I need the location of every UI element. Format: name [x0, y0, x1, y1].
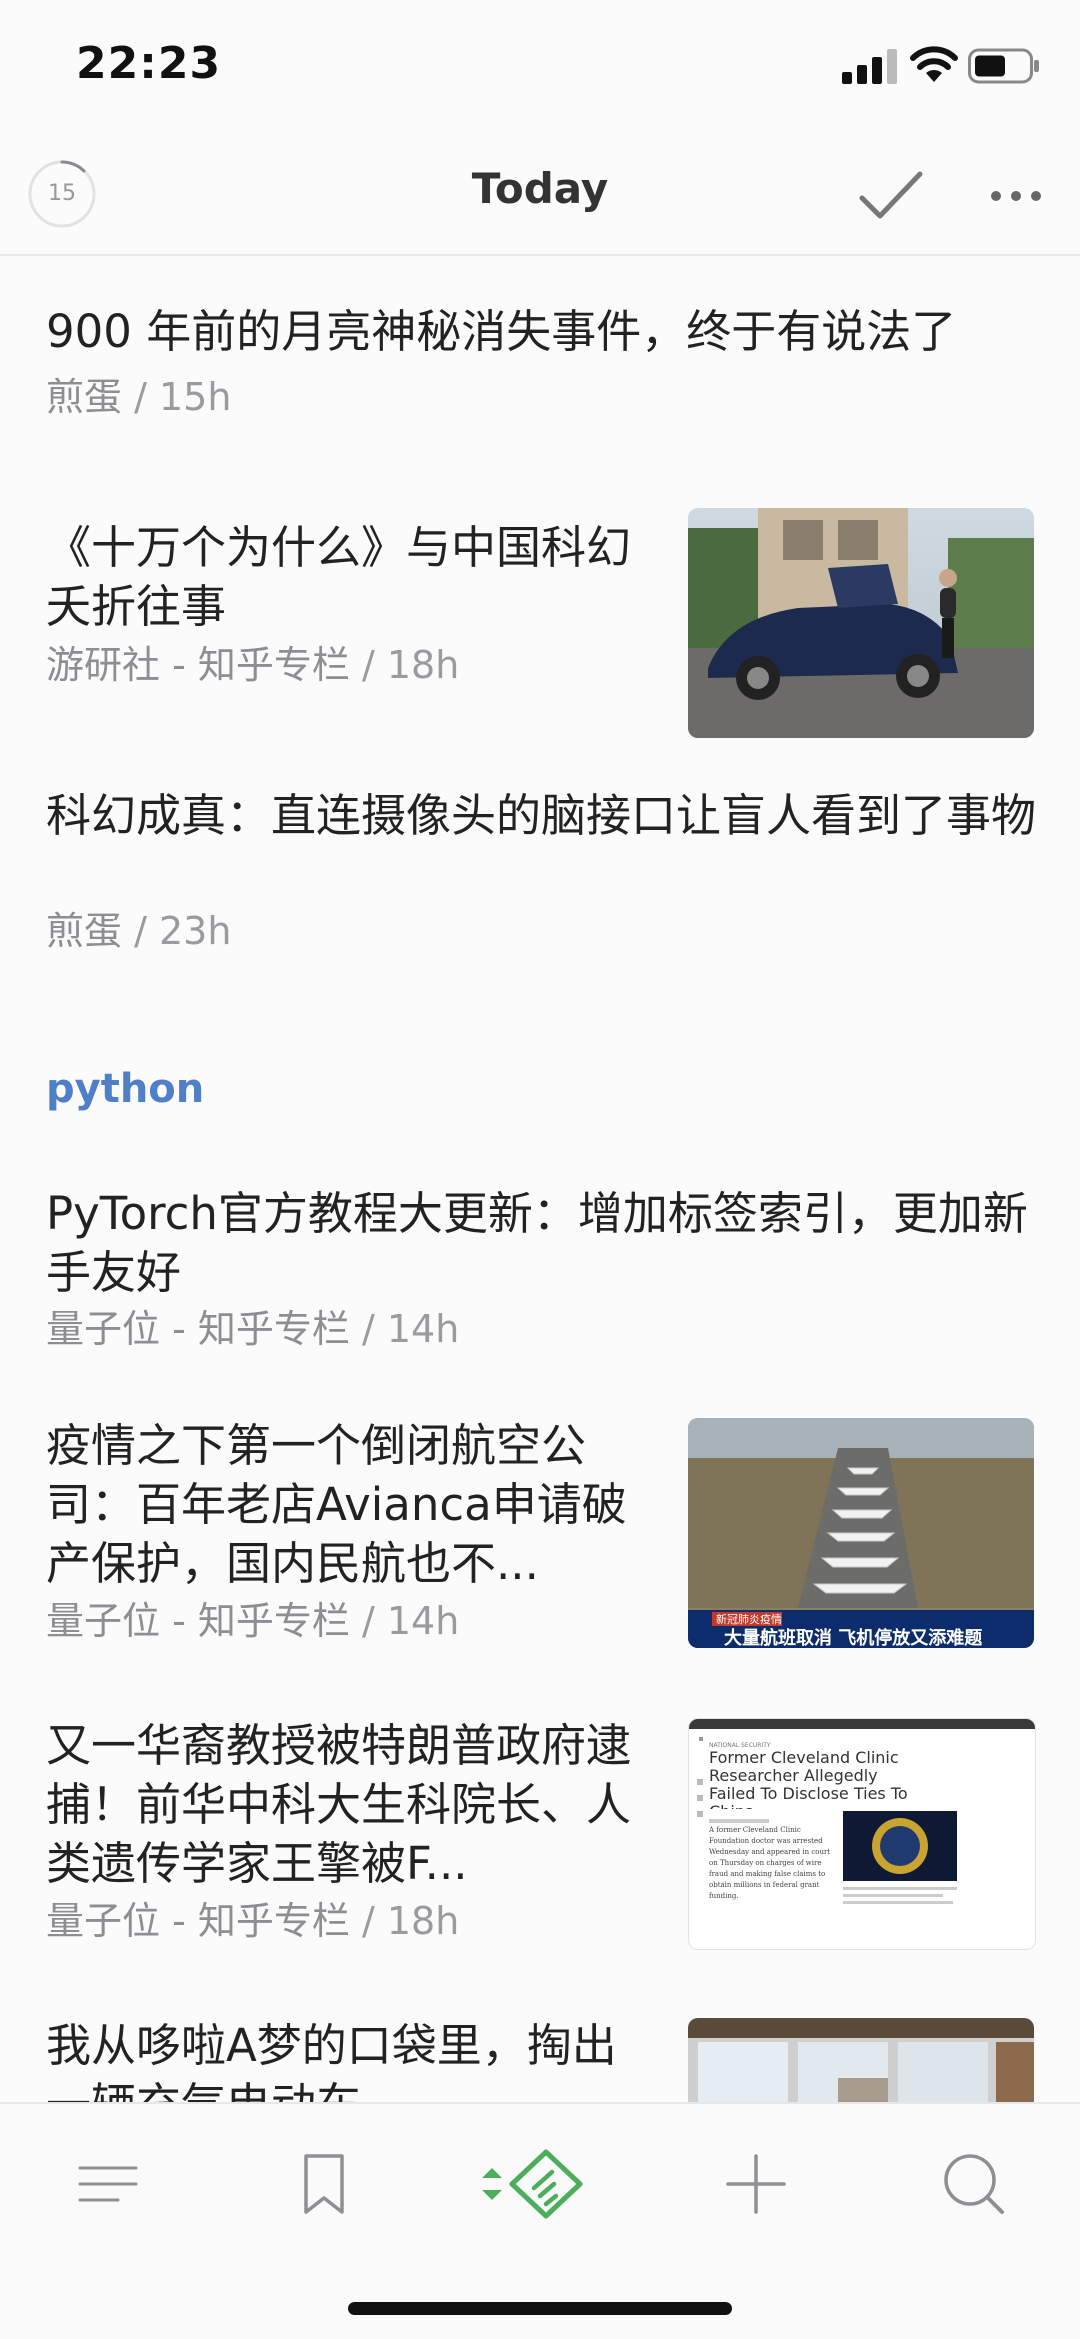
section-label[interactable]: python — [46, 1066, 204, 1112]
article-item[interactable]: 疫情之下第一个倒闭航空公司：百年老店Avianca申请破产保护，国内民航也不..… — [0, 1396, 1080, 1676]
article-time: 14h — [386, 1599, 460, 1643]
article-source: 量子位 - 知乎专栏 — [46, 1599, 350, 1643]
article-item[interactable]: 900 年前的月亮神秘消失事件，终于有说法了 煎蛋 / 15h — [0, 256, 1080, 426]
bookmark-icon[interactable] — [284, 2144, 364, 2224]
mark-all-read-icon[interactable] — [856, 166, 926, 226]
article-meta: 量子位 - 知乎专栏 / 18h — [46, 1890, 459, 1945]
wifi-icon — [910, 46, 958, 82]
article-title: 疫情之下第一个倒闭航空公司：百年老店Avianca申请破产保护，国内民航也不..… — [46, 1419, 627, 1590]
article-thumbnail — [688, 2018, 1034, 2102]
article-meta: 游研社 - 知乎专栏 / 18h — [46, 634, 459, 689]
nav-header: 15 Today — [0, 140, 1080, 256]
parked-airplanes-photo: 新冠肺炎疫情 大量航班取消 飞机停放又添难题 — [688, 1418, 1034, 1648]
thumbnail-caption: 大量航班取消 飞机停放又添难题 — [724, 1627, 983, 1648]
article-meta: 量子位 - 知乎专栏 / 14h — [46, 1298, 459, 1353]
thumbnail-caption-small: 新冠肺炎疫情 — [716, 1612, 782, 1626]
article-source: 量子位 - 知乎专栏 — [46, 1307, 350, 1351]
news-article-screenshot: NATIONAL SECURITY Former Cleveland Clini… — [689, 1719, 1035, 1904]
article-source: 游研社 - 知乎专栏 — [46, 643, 350, 687]
meta-separator: / — [361, 1899, 387, 1943]
article-meta: 煎蛋 / 15h — [46, 366, 231, 421]
room-window-photo — [688, 2018, 1034, 2102]
more-options-icon[interactable] — [986, 184, 1046, 208]
plus-icon[interactable] — [716, 2144, 796, 2224]
article-source: 煎蛋 — [46, 909, 123, 953]
app-screen: 22:23 15 Today 900 年前的月亮神秘消失事件，终于有说法了 煎蛋… — [0, 0, 1080, 2339]
article-title: 900 年前的月亮神秘消失事件，终于有说法了 — [46, 305, 957, 358]
electric-car-photo — [688, 508, 1034, 738]
article-item[interactable]: 科幻成真：直连摄像头的脑接口让盲人看到了事物 煎蛋 / 23h — [0, 766, 1080, 966]
status-bar: 22:23 — [0, 0, 1080, 140]
thumbnail-headline: Former Cleveland Clinic Researcher Alleg… — [709, 1749, 908, 1809]
article-meta: 量子位 - 知乎专栏 / 14h — [46, 1590, 459, 1645]
article-title: 科幻成真：直连摄像头的脑接口让盲人看到了事物 — [46, 789, 1036, 842]
article-item[interactable]: 又一华裔教授被特朗普政府逮捕！前华中科大生科院长、人类遗传学家王擎被F... 量… — [0, 1696, 1080, 1976]
meta-separator: / — [134, 375, 159, 419]
article-title: 我从哆啦A梦的口袋里，掏出一辆充气电动车 — [46, 2019, 617, 2102]
article-thumbnail: NATIONAL SECURITY Former Cleveland Clini… — [688, 1718, 1036, 1950]
menu-lines-icon[interactable] — [68, 2144, 148, 2224]
cellular-signal-icon — [842, 49, 897, 84]
article-title: 又一华裔教授被特朗普政府逮捕！前华中科大生科院长、人类遗传学家王擎被F... — [46, 1719, 632, 1890]
home-indicator[interactable] — [348, 2302, 732, 2315]
article-time: 14h — [386, 1307, 460, 1351]
article-item[interactable]: 我从哆啦A梦的口袋里，掏出一辆充气电动车 — [0, 1996, 1080, 2102]
meta-separator: / — [361, 643, 387, 687]
meta-separator: / — [134, 909, 159, 953]
meta-separator: / — [361, 1307, 387, 1351]
meta-separator: / — [361, 1599, 387, 1643]
article-title: 《十万个为什么》与中国科幻夭折往事 — [46, 521, 632, 633]
article-title: PyTorch官方教程大更新：增加标签索引，更加新手友好 — [46, 1187, 1028, 1299]
article-thumbnail — [688, 508, 1034, 738]
battery-icon — [968, 48, 1039, 84]
article-time: 18h — [386, 1899, 460, 1943]
article-thumbnail: 新冠肺炎疫情 大量航班取消 飞机停放又添难题 — [688, 1418, 1034, 1648]
thumbnail-body-box: A former Cleveland Clinic Foundation doc… — [709, 1826, 831, 1900]
article-meta: 煎蛋 / 23h — [46, 900, 231, 955]
article-time: 23h — [159, 909, 232, 953]
article-source: 量子位 - 知乎专栏 — [46, 1899, 350, 1943]
feedly-logo-icon[interactable] — [470, 2144, 590, 2224]
thumbnail-kicker: NATIONAL SECURITY — [709, 1742, 771, 1749]
article-item[interactable]: 《十万个为什么》与中国科幻夭折往事 游研社 - 知乎专栏 / 18h — [0, 476, 1080, 746]
article-item[interactable]: PyTorch官方教程大更新：增加标签索引，更加新手友好 量子位 - 知乎专栏 … — [0, 1156, 1080, 1376]
article-time: 15h — [159, 375, 232, 419]
thumbnail-body: A former Cleveland Clinic Foundation doc… — [709, 1826, 831, 1900]
article-feed: 900 年前的月亮神秘消失事件，终于有说法了 煎蛋 / 15h 《十万个为什么》… — [0, 256, 1080, 2102]
article-time: 18h — [386, 643, 460, 687]
article-source: 煎蛋 — [46, 375, 123, 419]
thumbnail-headline-box: Former Cleveland Clinic Researcher Alleg… — [709, 1749, 908, 1809]
status-time: 22:23 — [76, 38, 222, 89]
search-icon[interactable] — [934, 2144, 1014, 2224]
